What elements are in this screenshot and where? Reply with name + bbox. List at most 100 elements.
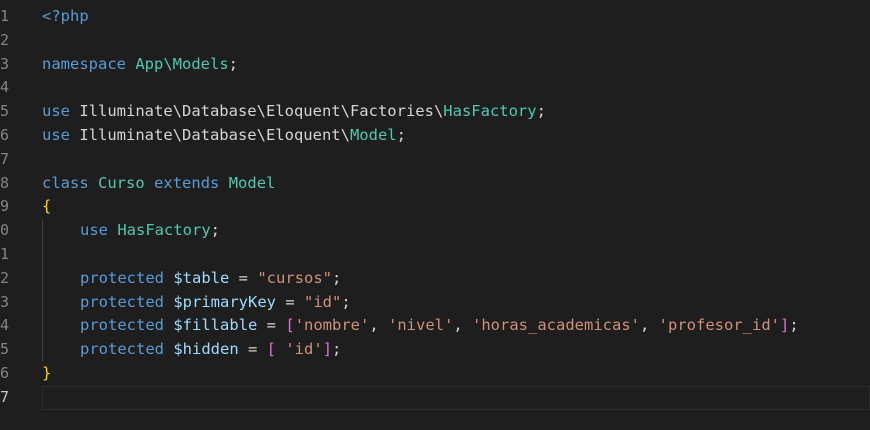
keyword-class: class	[42, 173, 89, 192]
line-number: 1	[0, 244, 10, 263]
code-line[interactable]: use Illuminate\Database\Eloquent\Model;	[42, 124, 870, 148]
indent-guide	[42, 242, 80, 267]
string-literal: 'profesor_id'	[658, 316, 780, 335]
semicolon: ;	[396, 125, 406, 144]
semicolon: ;	[536, 102, 546, 121]
code-line-empty[interactable]	[42, 76, 870, 100]
line-number-gutter: 1 2 3 4 5 6 7 8 9 0 1 2 3 4 5 6 7	[0, 5, 24, 410]
line-number-active: 7	[0, 387, 10, 406]
indent-guide	[42, 290, 80, 315]
assign-operator: =	[276, 292, 304, 311]
line-number: 0	[0, 221, 10, 240]
semicolon: ;	[210, 221, 221, 240]
comma: ,	[453, 316, 473, 335]
semicolon: ;	[332, 340, 342, 359]
code-area[interactable]: <?php namespace App\Models; use Illumina…	[42, 5, 870, 410]
semicolon: ;	[332, 268, 342, 287]
line-number: 2	[0, 268, 10, 287]
comma: ,	[640, 316, 659, 335]
code-line-empty[interactable]	[42, 242, 870, 267]
line-number: 6	[0, 363, 10, 382]
line-number: 4	[0, 316, 10, 335]
code-line[interactable]: protected $table = "cursos";	[42, 266, 870, 291]
indent-guide	[42, 219, 80, 243]
line-number: 1	[0, 7, 10, 25]
property-variable: $primaryKey	[173, 292, 276, 311]
keyword-use: use	[42, 102, 70, 121]
keyword-namespace: namespace	[42, 54, 126, 73]
line-number: 2	[0, 30, 10, 49]
code-line[interactable]: protected $primaryKey = "id";	[42, 290, 870, 315]
semicolon: ;	[789, 316, 799, 335]
keyword-protected: protected	[80, 268, 164, 287]
keyword-extends: extends	[154, 173, 220, 192]
namespace-name: App\Models	[135, 54, 229, 73]
open-bracket: [	[266, 340, 277, 359]
close-brace: }	[42, 363, 52, 382]
indent-guide	[42, 266, 80, 291]
string-literal: 'id'	[276, 340, 323, 359]
assign-operator: =	[257, 316, 286, 335]
line-number: 8	[0, 173, 10, 192]
semicolon: ;	[228, 54, 239, 73]
php-open-tag: <?php	[42, 7, 89, 25]
keyword-use: use	[42, 125, 70, 144]
line-number: 9	[0, 197, 10, 216]
semicolon: ;	[341, 292, 351, 311]
open-bracket: [	[285, 316, 295, 335]
trait-name: HasFactory	[117, 221, 211, 240]
parent-class-name: Model	[228, 173, 276, 192]
code-line[interactable]: protected $fillable = ['nombre', 'nivel'…	[42, 314, 870, 339]
property-variable: $table	[173, 268, 230, 287]
string-literal: "id"	[304, 292, 342, 311]
property-variable: $fillable	[173, 316, 258, 335]
keyword-protected: protected	[80, 316, 164, 335]
code-line-empty[interactable]	[42, 29, 870, 53]
code-line[interactable]: {	[42, 195, 870, 219]
keyword-protected: protected	[80, 292, 164, 311]
import-path: Illuminate\Database\Eloquent\Factories\	[70, 102, 444, 121]
assign-operator: =	[238, 340, 267, 359]
code-editor[interactable]: · · · · · · · 1 2 3 4 5 6 7 8 9 0 1 2 3 …	[0, 0, 870, 430]
assign-operator: =	[229, 268, 258, 287]
indent-guide	[42, 338, 80, 362]
line-number: 5	[0, 102, 10, 121]
keyword-use: use	[80, 221, 108, 240]
code-line[interactable]: <?php	[42, 5, 870, 29]
string-literal: 'horas_academicas'	[472, 316, 640, 335]
line-number: 4	[0, 78, 10, 97]
code-line[interactable]: class Curso extends Model	[42, 172, 870, 196]
property-variable: $hidden	[173, 340, 239, 359]
open-brace: {	[42, 197, 52, 216]
line-number: 6	[0, 125, 10, 144]
code-line[interactable]: }	[42, 362, 870, 386]
class-name: HasFactory	[443, 102, 537, 121]
comma: ,	[369, 316, 389, 335]
class-name: Model	[349, 125, 397, 144]
string-literal: "cursos"	[257, 268, 332, 287]
string-literal: 'nombre'	[294, 316, 370, 335]
line-number: 3	[0, 54, 10, 73]
indent-guide	[42, 314, 80, 339]
code-line[interactable]: use HasFactory;	[42, 219, 870, 243]
line-number: 3	[0, 292, 10, 311]
close-bracket: ]	[322, 340, 333, 359]
code-line-empty[interactable]	[42, 148, 870, 172]
code-line-current[interactable]	[42, 385, 870, 410]
class-name: Curso	[98, 173, 145, 192]
code-line[interactable]: protected $hidden = [ 'id'];	[42, 338, 870, 362]
code-line[interactable]: namespace App\Models;	[42, 53, 870, 77]
string-literal: 'nivel'	[388, 316, 454, 335]
code-line[interactable]: use Illuminate\Database\Eloquent\Factori…	[42, 100, 870, 124]
keyword-protected: protected	[80, 340, 164, 359]
close-bracket: ]	[780, 316, 790, 335]
line-number: 5	[0, 340, 10, 359]
